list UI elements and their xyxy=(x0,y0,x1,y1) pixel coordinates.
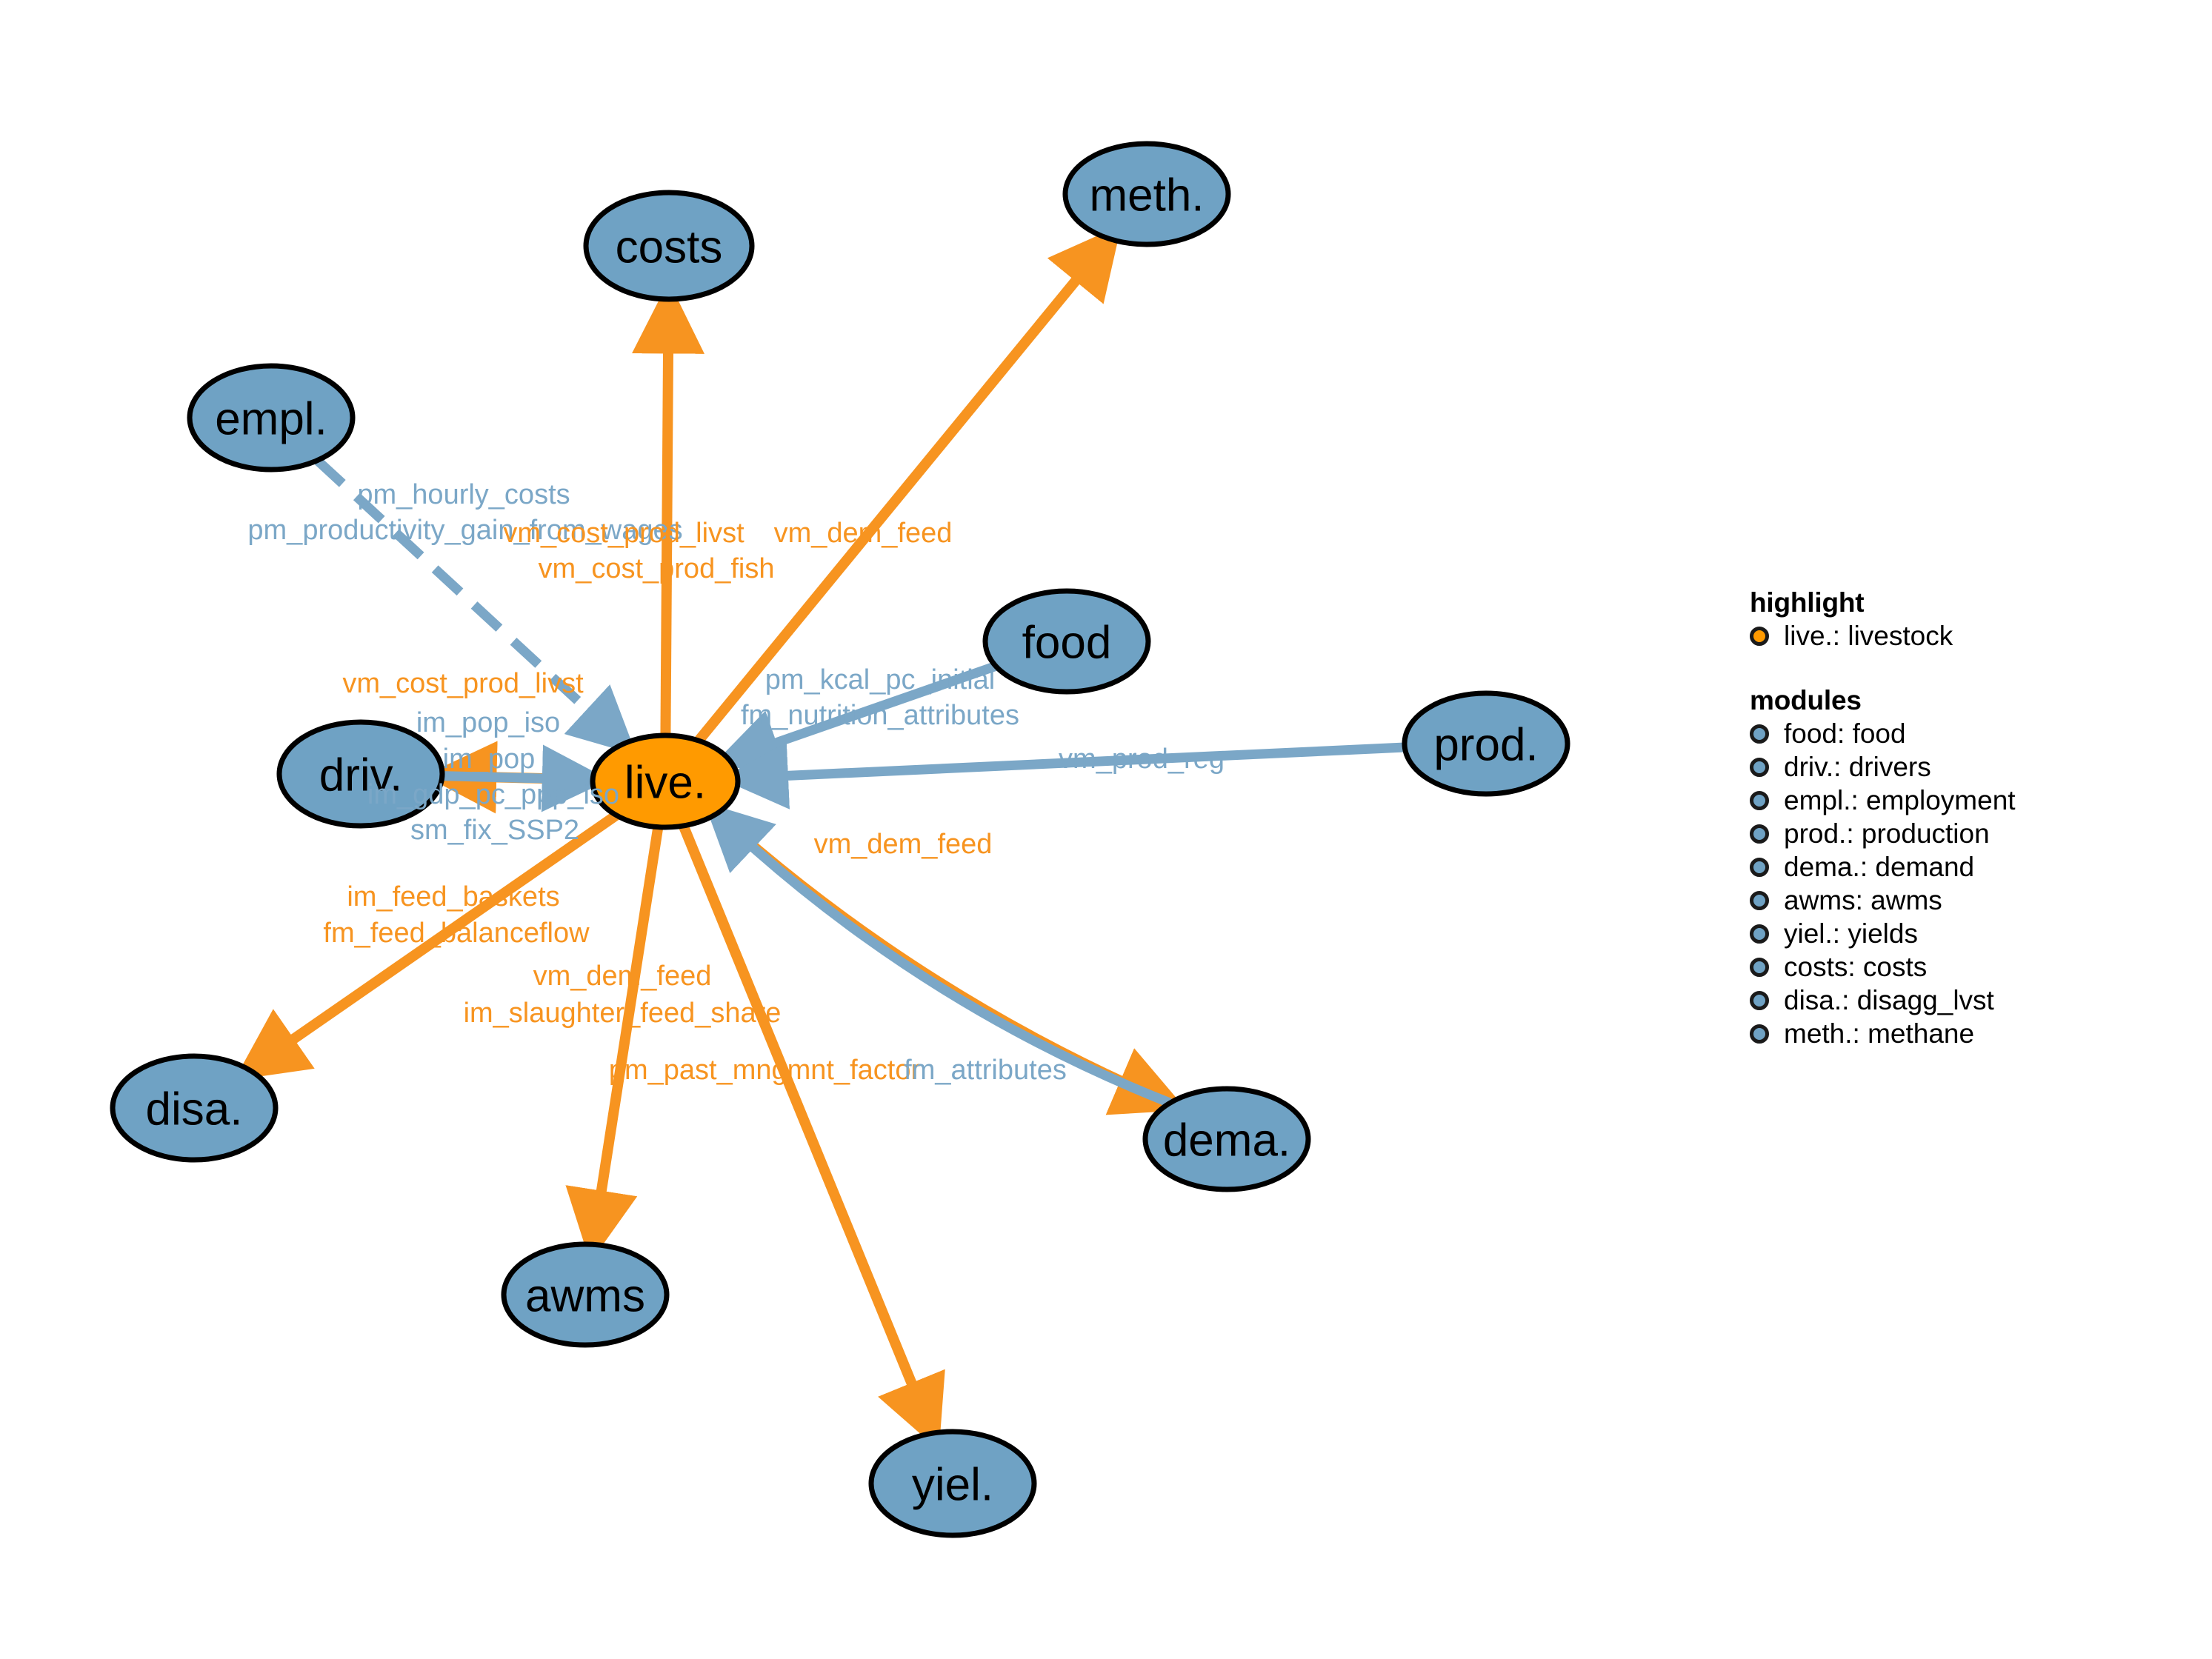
edge-label: vm_cost_prod_fish xyxy=(539,553,775,584)
node-label: disa. xyxy=(146,1084,243,1135)
legend-item-label: food: food xyxy=(1784,718,1906,749)
legend-swatch-icon xyxy=(1750,1024,1769,1044)
edge-label: vm_dem_feed xyxy=(774,518,953,549)
legend-highlight-block: highlight live.: livestock xyxy=(1750,589,2165,652)
legend-item-label: empl.: employment xyxy=(1784,784,2016,815)
legend-spacer xyxy=(1750,652,2165,687)
edge-label: vm_prod_reg xyxy=(1059,744,1225,775)
legend-item-module: food: food xyxy=(1750,717,2165,750)
legend-swatch-icon xyxy=(1750,857,1769,877)
legend-swatch-icon xyxy=(1750,890,1769,910)
edge-label: fm_attributes xyxy=(904,1055,1067,1086)
graph-node-costs[interactable]: costs xyxy=(583,190,755,302)
node-label: food xyxy=(1022,618,1112,669)
legend-swatch-icon xyxy=(1750,724,1769,744)
edge-label: vm_cost_prod_livst xyxy=(342,668,584,699)
graph-edge-live-awms xyxy=(565,826,664,1263)
edge-label: im_gdp_pc_ppp_iso xyxy=(367,779,619,810)
legend-panel: highlight live.: livestock modules food:… xyxy=(1750,589,2165,1050)
legend-swatch-icon xyxy=(1750,824,1769,844)
legend-item-module: awms: awms xyxy=(1750,884,2165,917)
edge-label: im_pop_iso xyxy=(416,707,560,738)
graph-node-prod[interactable]: prod. xyxy=(1402,690,1570,797)
edge-label: vm_dem_feed xyxy=(814,829,993,860)
legend-highlight-title: highlight xyxy=(1750,587,1865,618)
edge-label: pm_past_mngmnt_factor xyxy=(609,1055,921,1086)
legend-item-module: dema.: demand xyxy=(1750,850,2165,884)
legend-item-module: yiel.: yields xyxy=(1750,917,2165,950)
node-label: meth. xyxy=(1089,170,1204,221)
graph-node-empl[interactable]: empl. xyxy=(187,363,356,473)
legend-modules-title: modules xyxy=(1750,685,1862,715)
diagram-canvas: live. costs meth. empl. food prod. driv. disa. d… xyxy=(0,0,2212,1659)
edge-label: pm_hourly_costs xyxy=(357,479,570,510)
legend-modules-block: modules food: food driv.: drivers empl.: e… xyxy=(1750,687,2165,1050)
edge-label: vm_dem_feed xyxy=(533,961,712,992)
node-label: empl. xyxy=(215,394,327,445)
legend-item-label: meth.: methane xyxy=(1784,1018,1975,1049)
edge-label: pm_kcal_pc_initial xyxy=(765,664,996,695)
graph-node-food[interactable]: food xyxy=(982,588,1151,695)
legend-item-module: driv.: drivers xyxy=(1750,750,2165,784)
legend-item-label: costs: costs xyxy=(1784,951,1928,982)
legend-item-module: costs: costs xyxy=(1750,950,2165,984)
graph-node-disa[interactable]: disa. xyxy=(110,1053,279,1163)
legend-item-label: yiel.: yields xyxy=(1784,918,1918,949)
legend-item-label: driv.: drivers xyxy=(1784,751,1931,782)
graph-node-yiel[interactable]: yiel. xyxy=(868,1429,1037,1538)
graph-node-awms[interactable]: awms xyxy=(501,1241,670,1348)
edge-label: vm_cost_prod_livst xyxy=(503,518,744,549)
legend-item-label: live.: livestock xyxy=(1784,620,1953,651)
graph-edge-live-yiel xyxy=(679,824,945,1450)
edge-label: sm_fix_SSP2 xyxy=(410,815,579,846)
legend-item-highlight: live.: livestock xyxy=(1750,619,2165,652)
legend-item-label: awms: awms xyxy=(1784,884,1942,915)
edge-label: fm_feed_balanceflow xyxy=(323,918,590,949)
legend-item-module: empl.: employment xyxy=(1750,784,2165,817)
graph-node-dema[interactable]: dema. xyxy=(1142,1086,1311,1192)
legend-module-items: food: food driv.: drivers empl.: employmen… xyxy=(1750,717,2165,1050)
legend-item-label: dema.: demand xyxy=(1784,851,1975,882)
legend-item-module: meth.: methane xyxy=(1750,1017,2165,1050)
edge-label: im_feed_baskets xyxy=(347,881,559,912)
edge-label: im_slaughter_feed_share xyxy=(464,998,782,1029)
node-label: yiel. xyxy=(912,1460,993,1511)
node-label: prod. xyxy=(1433,720,1538,771)
legend-item-module: disa.: disagg_lvst xyxy=(1750,984,2165,1017)
node-label: costs xyxy=(616,222,723,273)
legend-item-label: disa.: disagg_lvst xyxy=(1784,984,1994,1015)
edge-label: im_pop xyxy=(443,744,536,775)
edge-label: fm_nutrition_attributes xyxy=(741,700,1019,731)
legend-item-label: prod.: production xyxy=(1784,818,1990,849)
legend-swatch-icon xyxy=(1750,790,1769,810)
legend-swatch-icon xyxy=(1750,990,1769,1010)
legend-swatch-icon xyxy=(1750,626,1769,646)
node-label: live. xyxy=(624,758,706,809)
legend-swatch-icon xyxy=(1750,757,1769,777)
node-label: dema. xyxy=(1163,1115,1290,1166)
legend-swatch-icon xyxy=(1750,957,1769,977)
legend-item-module: prod.: production xyxy=(1750,817,2165,850)
legend-highlight-items: live.: livestock xyxy=(1750,619,2165,652)
node-label: awms xyxy=(525,1271,645,1322)
graph-node-meth[interactable]: meth. xyxy=(1062,141,1231,247)
legend-swatch-icon xyxy=(1750,924,1769,944)
